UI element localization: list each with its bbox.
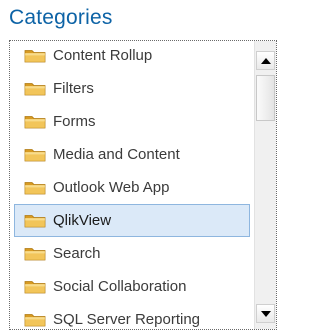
list-item-qlikview[interactable]: QlikView bbox=[14, 204, 250, 237]
list-item-label: Content Rollup bbox=[53, 47, 153, 64]
categories-title: Categories bbox=[9, 6, 113, 29]
list-item-label: Forms bbox=[53, 113, 96, 130]
list-item-forms[interactable]: Forms bbox=[10, 105, 254, 138]
folder-icon bbox=[24, 180, 46, 195]
folder-icon bbox=[24, 114, 46, 129]
folder-icon bbox=[24, 81, 46, 96]
list-item-label: SQL Server Reporting bbox=[53, 311, 201, 328]
scroll-down-button[interactable] bbox=[256, 304, 275, 323]
list-item-content-rollup[interactable]: Content Rollup bbox=[10, 41, 254, 72]
scroll-up-button[interactable] bbox=[256, 51, 275, 70]
list-item-sql-server-reporting[interactable]: SQL Server Reporting bbox=[10, 303, 254, 329]
vertical-scrollbar[interactable] bbox=[254, 41, 276, 329]
folder-icon bbox=[24, 48, 46, 63]
arrow-up-icon bbox=[260, 57, 271, 64]
list-item-label: Outlook Web App bbox=[53, 179, 170, 196]
list-item-social-collaboration[interactable]: Social Collaboration bbox=[10, 270, 254, 303]
folder-icon bbox=[24, 246, 46, 261]
list-item-label: QlikView bbox=[53, 212, 112, 229]
list-item-search[interactable]: Search bbox=[10, 237, 254, 270]
folder-icon bbox=[24, 279, 46, 294]
scrollbar-thumb[interactable] bbox=[256, 75, 275, 121]
arrow-down-icon bbox=[260, 310, 271, 317]
folder-icon bbox=[24, 213, 46, 228]
categories-listbox[interactable]: Content Rollup Filters Forms Media and C… bbox=[9, 40, 277, 330]
list-item-label: Filters bbox=[53, 80, 94, 97]
folder-icon bbox=[24, 147, 46, 162]
folder-icon bbox=[24, 312, 46, 327]
list-item-filters[interactable]: Filters bbox=[10, 72, 254, 105]
list-item-label: Media and Content bbox=[53, 146, 180, 163]
list-item-label: Search bbox=[53, 245, 101, 262]
list-item-label: Social Collaboration bbox=[53, 278, 187, 295]
list-item-outlook-web-app[interactable]: Outlook Web App bbox=[10, 171, 254, 204]
list-item-media-and-content[interactable]: Media and Content bbox=[10, 138, 254, 171]
categories-list: Content Rollup Filters Forms Media and C… bbox=[10, 41, 254, 329]
